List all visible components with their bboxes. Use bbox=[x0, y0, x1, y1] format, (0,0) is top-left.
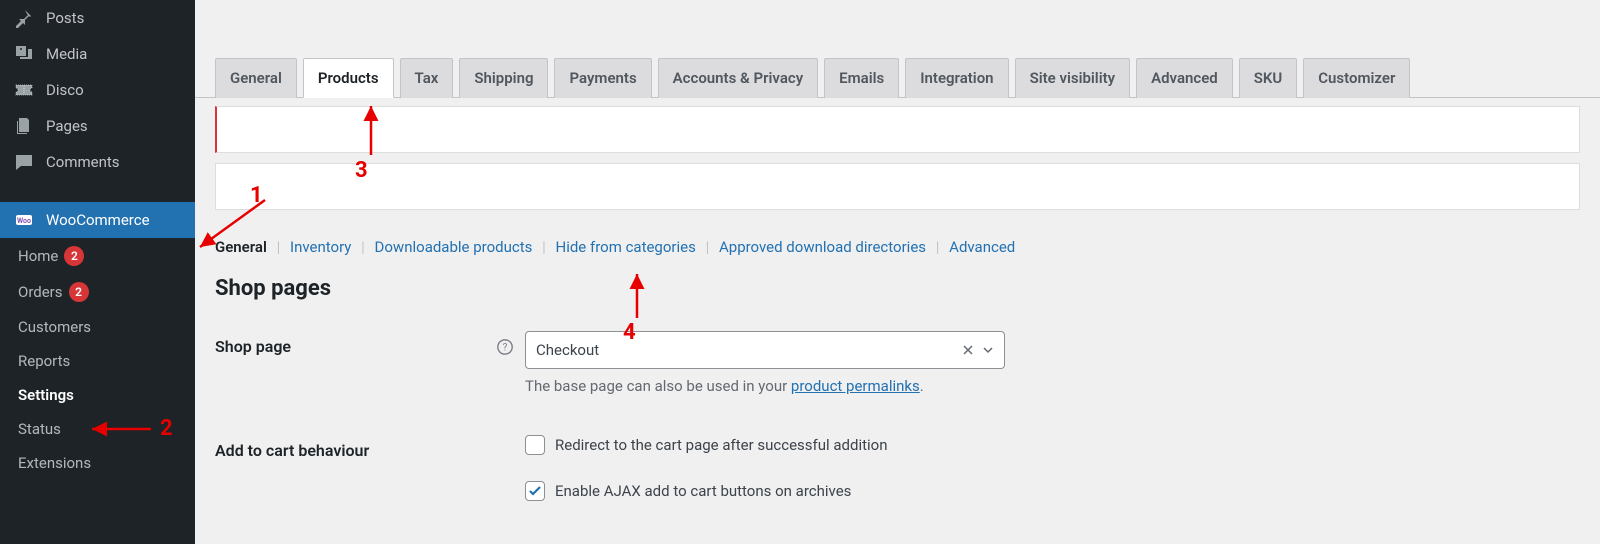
tab-integration[interactable]: Integration bbox=[905, 58, 1008, 98]
sidebar-item-disco[interactable]: Disco bbox=[0, 72, 195, 108]
pages-icon bbox=[12, 116, 36, 136]
main-content: General Products Tax Shipping Payments A… bbox=[195, 0, 1600, 544]
admin-sidebar: Posts Media Disco Pages Comments Woo Woo… bbox=[0, 0, 195, 544]
annotation-arrow-1 bbox=[190, 195, 285, 255]
subtab-advanced[interactable]: Advanced bbox=[949, 238, 1015, 256]
annotation-arrow-3 bbox=[361, 100, 381, 160]
ajax-checkbox-row[interactable]: Enable AJAX add to cart buttons on archi… bbox=[525, 481, 1125, 501]
settings-tabs: General Products Tax Shipping Payments A… bbox=[195, 0, 1600, 98]
shop-page-control: Checkout The base page can also be used … bbox=[525, 331, 1005, 395]
submenu-settings[interactable]: Settings bbox=[0, 378, 195, 412]
select-controls bbox=[962, 344, 994, 356]
sidebar-separator bbox=[0, 180, 195, 202]
annotation-number-2: 2 bbox=[160, 416, 173, 441]
product-permalinks-link[interactable]: product permalinks bbox=[791, 377, 920, 395]
sidebar-item-label: Posts bbox=[46, 9, 84, 27]
tab-general[interactable]: General bbox=[215, 58, 297, 98]
tab-advanced[interactable]: Advanced bbox=[1136, 58, 1233, 98]
separator: | bbox=[936, 238, 940, 256]
shop-page-label: Shop page bbox=[215, 331, 495, 356]
submenu-home[interactable]: Home 2 bbox=[0, 238, 195, 274]
tab-sku[interactable]: SKU bbox=[1239, 58, 1298, 98]
sidebar-item-label: WooCommerce bbox=[46, 211, 150, 229]
tab-payments[interactable]: Payments bbox=[554, 58, 651, 98]
subtab-hide-categories[interactable]: Hide from categories bbox=[556, 238, 696, 256]
comment-icon bbox=[12, 152, 36, 172]
notice-panel bbox=[215, 106, 1580, 153]
sidebar-item-comments[interactable]: Comments bbox=[0, 144, 195, 180]
submenu-label: Status bbox=[18, 420, 61, 438]
form-row-shop-page: Shop page ? Checkout The base page can a… bbox=[215, 331, 1580, 395]
sidebar-item-label: Comments bbox=[46, 153, 120, 171]
sidebar-item-media[interactable]: Media bbox=[0, 36, 195, 72]
sidebar-item-label: Disco bbox=[46, 81, 84, 99]
checkbox-label: Enable AJAX add to cart buttons on archi… bbox=[555, 482, 851, 500]
separator: | bbox=[361, 238, 365, 256]
count-badge: 2 bbox=[64, 246, 84, 266]
annotation-arrow-4 bbox=[627, 268, 647, 323]
tab-emails[interactable]: Emails bbox=[824, 58, 899, 98]
sidebar-item-woocommerce[interactable]: Woo WooCommerce bbox=[0, 202, 195, 238]
sidebar-item-posts[interactable]: Posts bbox=[0, 0, 195, 36]
separator: | bbox=[706, 238, 710, 256]
tab-shipping[interactable]: Shipping bbox=[459, 58, 548, 98]
submenu-label: Orders bbox=[18, 283, 63, 301]
media-icon bbox=[12, 44, 36, 64]
add-to-cart-options: Redirect to the cart page after successf… bbox=[525, 435, 1125, 501]
woocommerce-icon: Woo bbox=[12, 210, 36, 230]
checkbox-label: Redirect to the cart page after successf… bbox=[555, 436, 888, 454]
submenu-label: Extensions bbox=[18, 454, 91, 472]
add-to-cart-label: Add to cart behaviour bbox=[215, 435, 495, 460]
redirect-checkbox[interactable] bbox=[525, 435, 545, 455]
submenu-reports[interactable]: Reports bbox=[0, 344, 195, 378]
pin-icon bbox=[12, 8, 36, 28]
submenu-label: Customers bbox=[18, 318, 91, 336]
subtab-downloadable[interactable]: Downloadable products bbox=[375, 238, 533, 256]
annotation-number-1: 1 bbox=[250, 183, 263, 208]
shop-page-help: The base page can also be used in your p… bbox=[525, 377, 1005, 395]
sidebar-item-label: Media bbox=[46, 45, 87, 63]
redirect-checkbox-row[interactable]: Redirect to the cart page after successf… bbox=[525, 435, 1125, 455]
count-badge: 2 bbox=[69, 282, 89, 302]
tab-tax[interactable]: Tax bbox=[400, 58, 454, 98]
separator: | bbox=[542, 238, 546, 256]
submenu-customers[interactable]: Customers bbox=[0, 310, 195, 344]
annotation-number-4: 4 bbox=[623, 320, 636, 345]
select-value: Checkout bbox=[536, 341, 599, 359]
chevron-down-icon[interactable] bbox=[982, 344, 994, 356]
clear-icon[interactable] bbox=[962, 344, 974, 356]
help-icon[interactable]: ? bbox=[495, 337, 515, 357]
submenu-extensions[interactable]: Extensions bbox=[0, 446, 195, 480]
svg-text:Woo: Woo bbox=[17, 217, 31, 225]
section-title: Shop pages bbox=[215, 276, 1580, 301]
submenu-label: Home bbox=[18, 247, 58, 265]
submenu-label: Settings bbox=[18, 386, 74, 404]
subtab-approved-download-dirs[interactable]: Approved download directories bbox=[719, 238, 926, 256]
ajax-checkbox[interactable] bbox=[525, 481, 545, 501]
tab-site-visibility[interactable]: Site visibility bbox=[1015, 58, 1131, 98]
submenu-label: Reports bbox=[18, 352, 70, 370]
sidebar-item-label: Pages bbox=[46, 117, 88, 135]
submenu-orders[interactable]: Orders 2 bbox=[0, 274, 195, 310]
annotation-arrow-2 bbox=[86, 419, 156, 439]
shop-page-select[interactable]: Checkout bbox=[525, 331, 1005, 369]
form-row-add-to-cart: Add to cart behaviour Redirect to the ca… bbox=[215, 435, 1580, 501]
product-subtabs: General | Inventory | Downloadable produ… bbox=[215, 238, 1580, 256]
svg-text:?: ? bbox=[503, 343, 508, 354]
annotation-number-3: 3 bbox=[355, 158, 368, 183]
sidebar-item-pages[interactable]: Pages bbox=[0, 108, 195, 144]
woocommerce-submenu: Home 2 Orders 2 Customers Reports Settin… bbox=[0, 238, 195, 480]
tab-customizer[interactable]: Customizer bbox=[1303, 58, 1410, 98]
tab-accounts-privacy[interactable]: Accounts & Privacy bbox=[658, 58, 819, 98]
notice-panel bbox=[215, 163, 1580, 210]
ticket-icon bbox=[12, 80, 36, 100]
subtab-inventory[interactable]: Inventory bbox=[290, 238, 351, 256]
tab-products[interactable]: Products bbox=[303, 58, 394, 98]
